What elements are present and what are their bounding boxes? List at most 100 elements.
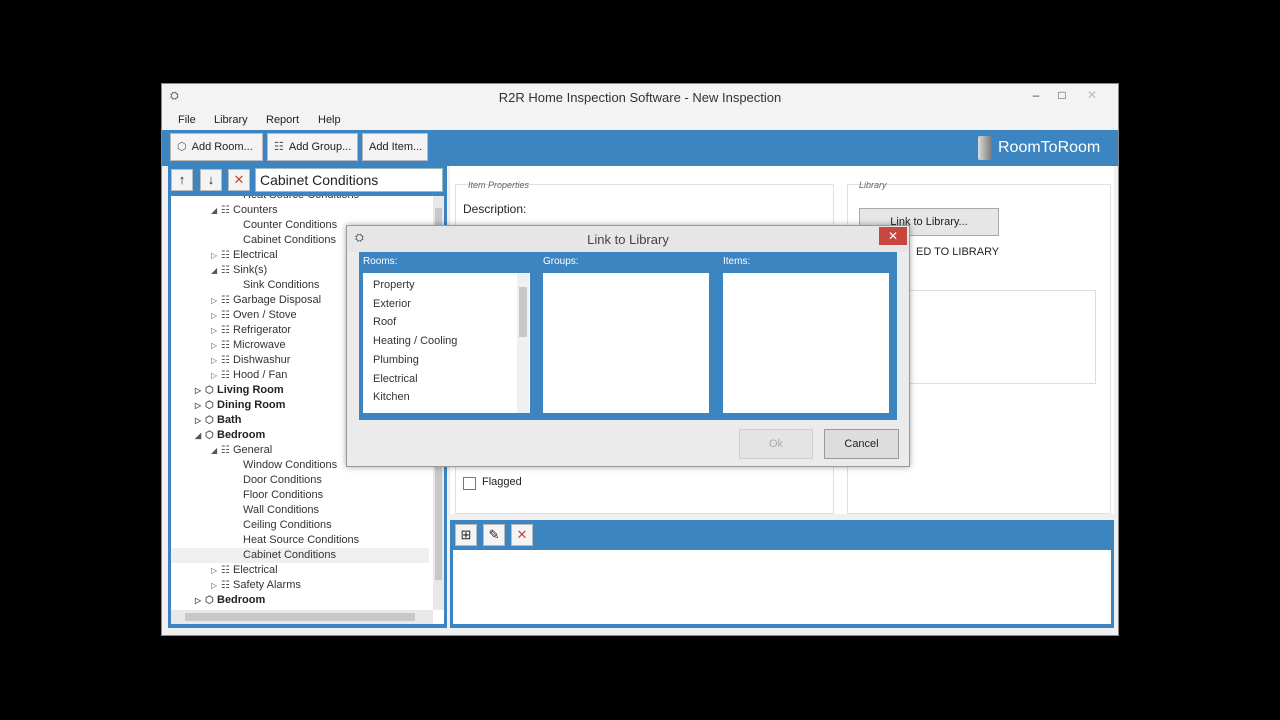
expander-icon[interactable]: ▷ [195, 383, 205, 398]
expander-icon[interactable]: ▷ [211, 353, 221, 368]
view-comment-button[interactable]: ⊞ [455, 524, 477, 546]
room-icon: ⬡ [205, 385, 214, 396]
description-label: Description: [463, 202, 527, 216]
expander-icon[interactable]: ◢ [211, 443, 221, 458]
close-icon: ✕ [516, 527, 528, 542]
room-list-item[interactable]: Property [373, 279, 415, 291]
library-text-box[interactable] [902, 290, 1096, 384]
group-icon: ☷ [221, 340, 230, 351]
tree-node-label: Dishwashur [233, 354, 291, 366]
tree-item[interactable]: Door Conditions [171, 473, 429, 488]
toolbar: ⬡ Add Room... ☷ Add Group... Add Item... R… [162, 130, 1118, 166]
group-icon: ☷ [221, 265, 230, 276]
room-list-item[interactable]: Kitchen [373, 391, 410, 403]
rooms-scroll-thumb[interactable] [519, 287, 527, 337]
expander-icon[interactable]: ◢ [211, 263, 221, 278]
items-label: Items: [723, 256, 751, 267]
group-icon: ☷ [221, 445, 230, 456]
room-icon: ⬡ [205, 415, 214, 426]
link-status-text: ED TO LIBRARY [916, 246, 1000, 258]
dialog-close-button[interactable]: ✕ [879, 227, 907, 245]
tree-item[interactable]: Heat Source Conditions [171, 533, 429, 548]
room-list-item[interactable]: Heating / Cooling [373, 335, 457, 347]
tree-group[interactable]: ▷ ☷ Safety Alarms [171, 578, 429, 593]
flagged-checkbox[interactable] [463, 477, 476, 490]
minimize-button[interactable]: – [1022, 86, 1050, 104]
menu-library[interactable]: Library [214, 114, 248, 126]
expander-icon[interactable]: ◢ [211, 203, 221, 218]
tree-node-label: Dining Room [217, 399, 286, 411]
expander-icon[interactable]: ▷ [211, 578, 221, 593]
link-to-library-dialog: ⛭ Link to Library ✕ Rooms: Groups: Items… [346, 225, 910, 467]
tree-item[interactable]: Heat Source Conditions [171, 196, 429, 203]
add-item-button[interactable]: Add Item... [362, 133, 428, 161]
title-bar: ⛭ R2R Home Inspection Software - New Ins… [162, 84, 1118, 111]
tree-group[interactable]: ◢ ☷ Counters [171, 203, 429, 218]
tree-node-label: Electrical [233, 564, 278, 576]
expander-icon[interactable]: ▷ [195, 398, 205, 413]
tree-item[interactable]: Wall Conditions [171, 503, 429, 518]
tree-node-label: Cabinet Conditions [243, 549, 336, 561]
expander-icon[interactable]: ▷ [195, 593, 205, 608]
tree-group[interactable]: ▷ ☷ Electrical [171, 563, 429, 578]
rooms-list[interactable]: Property Exterior Roof Heating / Cooling Plu… [363, 273, 530, 413]
delete-node-button[interactable]: ✕ [228, 169, 250, 191]
dialog-lists-area: Rooms: Groups: Items: Property Exterior Ro… [359, 252, 897, 420]
menu-report[interactable]: Report [266, 114, 299, 126]
expander-icon[interactable]: ▷ [211, 293, 221, 308]
room-list-item[interactable]: Electrical [373, 373, 418, 385]
add-room-label: Add Room... [191, 141, 253, 153]
tree-node-label: Counters [233, 204, 278, 216]
tree-node-label: Door Conditions [243, 474, 322, 486]
tree-node-label: Sink(s) [233, 264, 268, 276]
room-icon: ⬡ [205, 430, 214, 441]
add-group-label: Add Group... [288, 141, 352, 153]
room-icon: ⬡ [205, 595, 214, 606]
edit-comment-button[interactable]: ✎ [483, 524, 505, 546]
room-list-item[interactable]: Roof [373, 316, 396, 328]
tree-node-label: Bedroom [217, 429, 266, 441]
tree-room[interactable]: ▷ ⬡ Bedroom [171, 593, 429, 608]
move-down-button[interactable]: ↓ [200, 169, 222, 191]
menu-help[interactable]: Help [318, 114, 341, 126]
comments-area[interactable] [453, 550, 1111, 624]
tree-node-label: Refrigerator [233, 324, 292, 336]
menu-file[interactable]: File [178, 114, 196, 126]
expander-icon[interactable]: ▷ [211, 308, 221, 323]
tree-node-label: Heat Source Conditions [243, 196, 359, 201]
group-icon: ☷ [221, 295, 230, 306]
tree-node-label: Bedroom [217, 594, 266, 606]
delete-comment-button[interactable]: ✕ [511, 524, 533, 546]
tree-node-label: Oven / Stove [233, 309, 297, 321]
cancel-button[interactable]: Cancel [824, 429, 899, 459]
group-icon: ☷ [221, 205, 230, 216]
expander-icon[interactable]: ▷ [211, 338, 221, 353]
close-button[interactable]: ✕ [1078, 86, 1106, 104]
room-list-item[interactable]: Exterior [373, 298, 411, 310]
tree-item[interactable]: Ceiling Conditions [171, 518, 429, 533]
items-list[interactable] [723, 273, 889, 413]
dialog-title: Link to Library [587, 232, 669, 247]
add-group-button[interactable]: ☷ Add Group... [267, 133, 358, 161]
add-room-button[interactable]: ⬡ Add Room... [170, 133, 263, 161]
group-icon: ☷ [274, 141, 284, 153]
expander-icon[interactable]: ▷ [211, 368, 221, 383]
node-name-input[interactable]: Cabinet Conditions [255, 168, 443, 192]
expander-icon[interactable]: ▷ [211, 248, 221, 263]
tree-node-label: General [233, 444, 273, 456]
tree-item[interactable]: Floor Conditions [171, 488, 429, 503]
groups-list[interactable] [543, 273, 709, 413]
maximize-button[interactable]: □ [1048, 86, 1076, 104]
expander-icon[interactable]: ▷ [211, 323, 221, 338]
expander-icon[interactable]: ▷ [195, 413, 205, 428]
tree-horizontal-scroll-thumb[interactable] [185, 613, 415, 621]
group-icon: ☷ [221, 370, 230, 381]
expander-icon[interactable]: ◢ [195, 428, 205, 443]
group-icon: ☷ [221, 310, 230, 321]
expander-icon[interactable]: ▷ [211, 563, 221, 578]
move-up-button[interactable]: ↑ [171, 169, 193, 191]
tree-node-label: Counter Conditions [243, 219, 338, 231]
ok-button[interactable]: Ok [739, 429, 813, 459]
room-list-item[interactable]: Plumbing [373, 354, 419, 366]
tree-item[interactable]: Cabinet Conditions [171, 548, 429, 563]
